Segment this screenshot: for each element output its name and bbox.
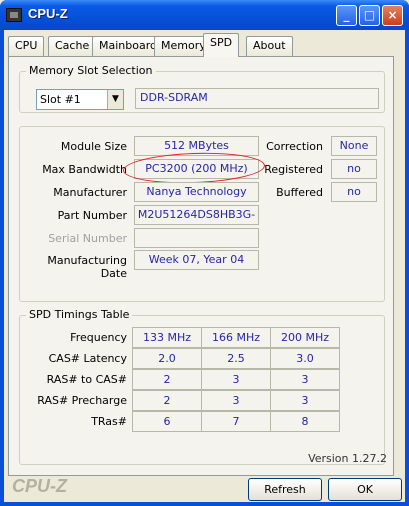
refresh-button[interactable]: Refresh [248, 478, 322, 501]
timing-cell: 3 [201, 390, 271, 411]
timing-cell: 7 [201, 411, 271, 432]
module-size-label: Module Size [60, 140, 127, 153]
timing-row-label: CAS# Latency [48, 352, 127, 365]
app-chip-icon [6, 8, 22, 22]
timing-cell: 6 [132, 411, 202, 432]
manufacturer-field: Nanya Technology [134, 182, 259, 202]
client-area: CPU Cache Mainboard Memory SPD About Mem… [4, 30, 405, 502]
ok-button[interactable]: OK [328, 478, 402, 501]
registered-field: no [331, 159, 377, 179]
timing-cell: 2 [132, 369, 202, 390]
timing-row-label: TRas# [91, 415, 127, 428]
timing-cell: 8 [270, 411, 340, 432]
timings-title: SPD Timings Table [26, 308, 133, 321]
manufacturing-date-label: Manufacturing Date [47, 254, 127, 280]
slot-dropdown[interactable]: Slot #1 ▼ [36, 89, 124, 110]
max-bandwidth-label: Max Bandwidth [42, 163, 127, 176]
title-bar[interactable]: CPU-Z _ □ × [0, 0, 409, 30]
minimize-button[interactable]: _ [336, 5, 357, 26]
part-number-field: M2U51264DS8HB3G-5T [134, 205, 259, 239]
tab-about[interactable]: About [246, 36, 293, 56]
maximize-button[interactable]: □ [359, 5, 380, 26]
timing-cell: 2 [132, 390, 202, 411]
tab-spd[interactable]: SPD [203, 33, 240, 57]
serial-number-label: Serial Number [48, 232, 127, 245]
timing-row-label: RAS# Precharge [37, 394, 127, 407]
correction-field: None [331, 136, 377, 156]
cpu-z-window: CPU-Z _ □ × CPU Cache Mainboard Memory S… [0, 0, 409, 506]
timing-row-label: RAS# to CAS# [46, 373, 127, 386]
chevron-down-icon[interactable]: ▼ [107, 90, 123, 109]
manufacturer-label: Manufacturer [53, 186, 127, 199]
memory-type-field: DDR-SDRAM [135, 88, 379, 109]
timing-cell: 2.0 [132, 348, 202, 369]
tab-cache[interactable]: Cache [48, 36, 97, 56]
timing-cell: 200 MHz [270, 327, 340, 348]
timing-row-label: Frequency [70, 331, 127, 344]
buffered-label: Buffered [276, 186, 323, 199]
slot-dropdown-value: Slot #1 [40, 93, 81, 106]
slot-selection-title: Memory Slot Selection [26, 64, 156, 77]
tab-cpu[interactable]: CPU [8, 36, 45, 56]
cpu-z-logo: CPU-Z [12, 476, 67, 496]
timing-cell: 2.5 [201, 348, 271, 369]
version-label: Version 1.27.2 [308, 452, 387, 465]
timing-cell: 3 [270, 390, 340, 411]
buffered-field: no [331, 182, 377, 202]
timing-cell: 3.0 [270, 348, 340, 369]
spd-panel: Memory Slot Selection Slot #1 ▼ DDR-SDRA… [8, 56, 394, 476]
timing-cell: 3 [270, 369, 340, 390]
manufacturing-date-field: Week 07, Year 04 [134, 250, 259, 270]
close-button[interactable]: × [382, 5, 403, 26]
timing-cell: 3 [201, 369, 271, 390]
correction-label: Correction [266, 140, 323, 153]
timing-cell: 166 MHz [201, 327, 271, 348]
registered-label: Registered [264, 163, 323, 176]
window-title: CPU-Z [28, 6, 68, 21]
timing-cell: 133 MHz [132, 327, 202, 348]
serial-number-field [134, 228, 259, 248]
part-number-label: Part Number [57, 209, 127, 222]
